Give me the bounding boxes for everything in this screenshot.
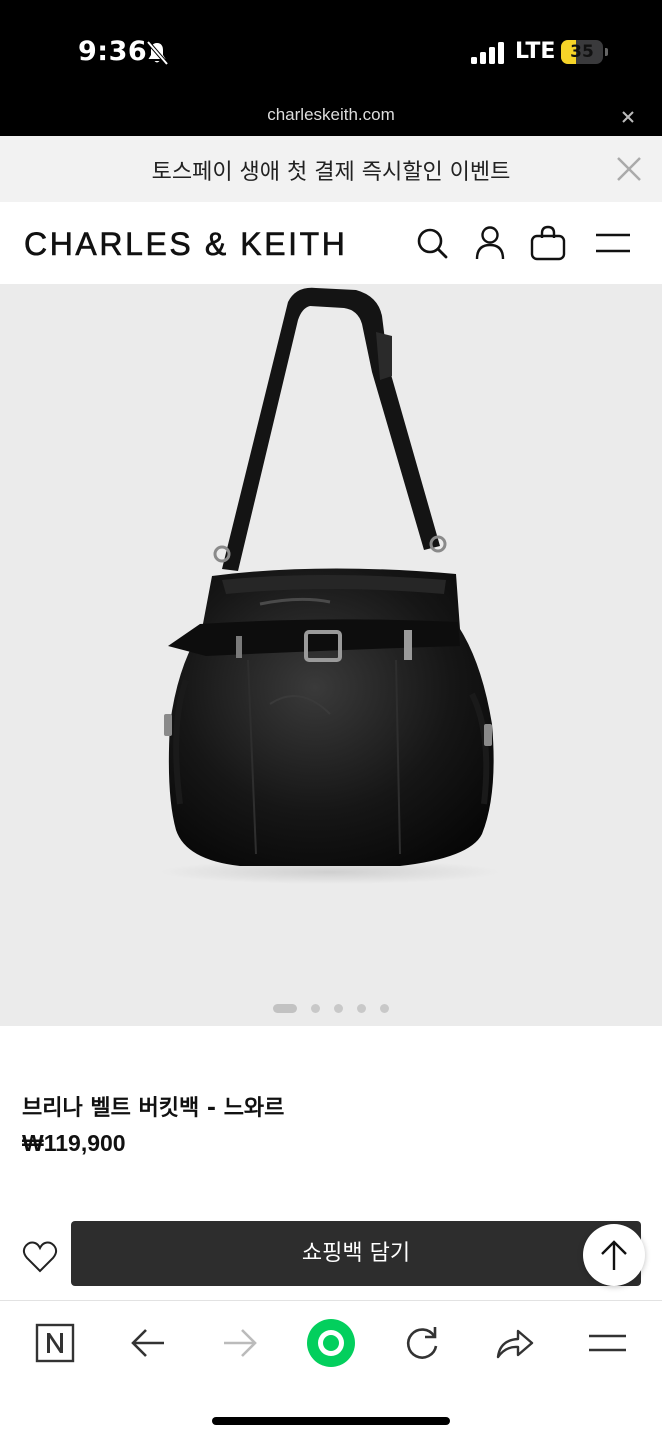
carousel-dot[interactable] — [311, 1004, 320, 1013]
carousel-dot[interactable] — [380, 1004, 389, 1013]
signal-icon — [471, 42, 504, 64]
product-price: ₩119,900 — [22, 1130, 126, 1156]
reload-icon[interactable] — [400, 1322, 444, 1364]
back-arrow-icon[interactable] — [126, 1322, 170, 1364]
product-image-gallery[interactable] — [0, 284, 662, 1026]
account-icon[interactable] — [472, 224, 508, 262]
shopping-bag-icon[interactable] — [530, 224, 566, 262]
battery-level: 35 — [570, 42, 594, 62]
status-bar: 9:36 LTE 35 — [0, 0, 662, 96]
carousel-dot[interactable] — [273, 1004, 297, 1013]
menu-icon[interactable] — [594, 224, 632, 262]
share-icon[interactable] — [492, 1322, 536, 1364]
green-circle-icon[interactable] — [304, 1316, 358, 1370]
status-time: 9:36 — [78, 36, 148, 67]
heart-icon[interactable] — [22, 1240, 58, 1274]
arrow-up-icon — [601, 1240, 627, 1270]
battery-tip — [605, 48, 608, 56]
url-bar[interactable]: charleskeith.com — [0, 96, 662, 136]
close-icon[interactable] — [617, 106, 639, 128]
carousel-dots[interactable] — [0, 998, 662, 1013]
bell-slash-icon — [146, 40, 169, 66]
carousel-dot[interactable] — [334, 1004, 343, 1013]
carousel-dot[interactable] — [357, 1004, 366, 1013]
promo-close-icon[interactable] — [614, 154, 644, 184]
forward-arrow-icon — [224, 1329, 257, 1357]
scroll-to-top-button[interactable] — [583, 1224, 645, 1286]
brand-logo[interactable]: CHARLES & KEITH — [24, 226, 348, 263]
home-indicator — [212, 1417, 450, 1425]
black-bucket-bag-photo — [160, 287, 500, 884]
url-text[interactable]: charleskeith.com — [0, 105, 662, 125]
hamburger-menu-icon[interactable] — [586, 1322, 630, 1364]
network-label: LTE — [515, 39, 556, 64]
add-to-bag-button[interactable]: 쇼핑백 담기 — [71, 1221, 641, 1286]
product-name: 브리나 벨트 버킷백 - 느와르 — [22, 1096, 285, 1121]
promo-text[interactable]: 토스페이 생애 첫 결제 즉시할인 이벤트 — [0, 154, 662, 186]
naver-n-icon[interactable] — [34, 1322, 78, 1364]
promo-banner[interactable]: 토스페이 생애 첫 결제 즉시할인 이벤트 — [0, 136, 662, 202]
search-icon[interactable] — [414, 224, 450, 262]
battery-indicator: 35 — [561, 40, 603, 64]
